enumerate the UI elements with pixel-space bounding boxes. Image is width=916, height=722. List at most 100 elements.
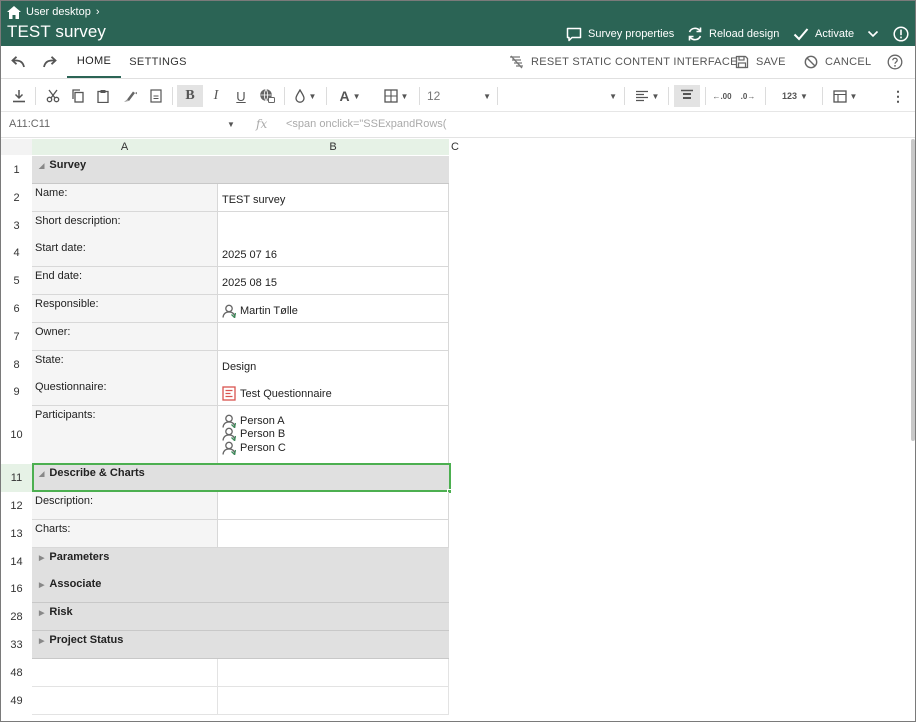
row-header[interactable]: 9 <box>1 378 32 406</box>
number-format-button[interactable]: 123 ▼ <box>775 85 815 107</box>
field-value-cell[interactable] <box>217 212 449 240</box>
field-value-cell[interactable]: Martin Tølle <box>217 295 449 323</box>
redo-icon[interactable] <box>42 55 58 71</box>
cell-style-button[interactable]: ▼ <box>829 85 861 107</box>
tab-home[interactable]: HOME <box>67 46 121 78</box>
field-value-cell[interactable]: 2025 07 16 <box>217 239 449 267</box>
row-header[interactable]: 3 <box>1 212 32 240</box>
row-header[interactable]: 33 <box>1 631 32 659</box>
expand-triangle-icon[interactable]: ▶ <box>39 582 44 589</box>
section-header[interactable]: ◢ Survey <box>32 156 449 184</box>
empty-cell[interactable] <box>32 687 217 715</box>
field-value-cell[interactable] <box>217 323 449 351</box>
field-label-cell[interactable]: Owner: <box>32 323 217 351</box>
underline-button[interactable]: U <box>231 85 251 107</box>
breadcrumb-label[interactable]: User desktop <box>26 6 91 18</box>
field-label-cell[interactable]: Charts: <box>32 520 217 548</box>
field-label-cell[interactable]: End date: <box>32 267 217 295</box>
section-header[interactable]: ◢ Describe & Charts <box>32 464 449 492</box>
column-header-b[interactable]: B <box>217 139 449 155</box>
row-header[interactable]: 16 <box>1 575 32 603</box>
field-label-cell[interactable]: Description: <box>32 492 217 520</box>
vertical-align-button[interactable] <box>674 85 700 107</box>
activate-dropdown-button[interactable] <box>867 25 885 43</box>
field-label-cell[interactable]: Questionnaire: <box>32 378 217 406</box>
field-value-cell[interactable] <box>217 492 449 520</box>
vertical-scrollbar[interactable] <box>911 139 915 441</box>
row-header[interactable]: 12 <box>1 492 32 520</box>
hyperlink-button[interactable] <box>256 85 278 107</box>
field-value-cell[interactable]: Person A Person B Person C <box>217 406 449 464</box>
field-label-cell[interactable]: Name: <box>32 184 217 212</box>
row-header[interactable]: 4 <box>1 239 32 267</box>
participant-item[interactable]: Person B <box>222 427 448 442</box>
section-header[interactable]: ▶ Parameters <box>32 548 449 576</box>
increase-decimal-button[interactable]: .0→ <box>737 85 759 107</box>
select-all-corner[interactable] <box>1 139 32 155</box>
participant-item[interactable]: Person C <box>222 441 448 455</box>
help-button[interactable] <box>887 54 910 70</box>
row-header[interactable]: 49 <box>1 687 32 715</box>
formula-input[interactable]: <span onclick="SSExpandRows( <box>286 118 446 130</box>
save-button[interactable]: SAVE <box>735 54 786 70</box>
participant-item[interactable]: Person A <box>222 414 448 428</box>
section-header[interactable]: ▶ Project Status <box>32 631 449 659</box>
section-header[interactable]: ▶ Risk <box>32 603 449 631</box>
paste-button[interactable] <box>93 85 113 107</box>
row-header[interactable]: 1 <box>1 156 32 184</box>
copy-button[interactable] <box>68 85 88 107</box>
expand-triangle-icon[interactable]: ▶ <box>39 555 44 562</box>
field-label-cell[interactable]: Participants: <box>32 406 217 464</box>
row-header[interactable]: 2 <box>1 184 32 212</box>
breadcrumb[interactable]: User desktop › <box>7 5 99 19</box>
name-box[interactable]: A11:C11 <box>9 118 50 130</box>
font-size-select[interactable]: 12 ▼ <box>427 85 491 107</box>
row-header[interactable]: 13 <box>1 520 32 548</box>
row-header[interactable]: 5 <box>1 267 32 295</box>
collapse-triangle-icon[interactable]: ◢ <box>39 163 44 170</box>
reload-design-button[interactable]: Reload design <box>687 25 779 43</box>
more-options-button[interactable]: ⋮ <box>889 85 907 107</box>
column-header-a[interactable]: A <box>32 139 217 155</box>
row-header[interactable]: 14 <box>1 548 32 576</box>
collapse-triangle-icon[interactable]: ◢ <box>39 471 44 478</box>
info-button[interactable] <box>893 25 915 43</box>
field-value-cell[interactable]: 2025 08 15 <box>217 267 449 295</box>
field-value-cell[interactable]: Design <box>217 351 449 379</box>
row-header[interactable]: 28 <box>1 603 32 631</box>
row-header[interactable]: 7 <box>1 323 32 351</box>
row-header[interactable]: 11 <box>1 464 32 492</box>
field-value-cell[interactable]: TEST survey <box>217 184 449 212</box>
chevron-down-icon[interactable]: ▼ <box>227 120 235 129</box>
italic-button[interactable]: I <box>206 85 226 107</box>
cancel-button[interactable]: CANCEL <box>804 54 871 70</box>
align-button[interactable]: ▼ <box>632 85 662 107</box>
reset-static-content-button[interactable]: RESET STATIC CONTENT INTERFACE <box>509 54 738 70</box>
undo-icon[interactable] <box>10 55 26 71</box>
decrease-decimal-button[interactable]: ←.00 <box>711 85 733 107</box>
expand-triangle-icon[interactable]: ▶ <box>39 610 44 617</box>
format-painter-button[interactable] <box>119 85 141 107</box>
field-label-cell[interactable]: Short description: <box>32 212 217 240</box>
borders-button[interactable]: ▼ <box>381 85 411 107</box>
font-color-button[interactable]: A ▼ <box>335 85 365 107</box>
row-header[interactable]: 8 <box>1 351 32 379</box>
field-value-cell[interactable] <box>217 520 449 548</box>
field-label-cell[interactable]: Responsible: <box>32 295 217 323</box>
column-header-c[interactable]: C <box>449 139 461 155</box>
section-header[interactable]: ▶ Associate <box>32 575 449 603</box>
row-header[interactable]: 10 <box>1 406 32 464</box>
cut-button[interactable] <box>43 85 63 107</box>
empty-cell[interactable] <box>217 687 449 715</box>
tab-settings[interactable]: SETTINGS <box>127 46 189 78</box>
field-label-cell[interactable]: State: <box>32 351 217 379</box>
survey-properties-button[interactable]: Survey properties <box>566 25 674 43</box>
clear-format-button[interactable] <box>146 85 166 107</box>
empty-cell[interactable] <box>32 659 217 687</box>
field-value-cell[interactable]: Test Questionnaire <box>217 378 449 406</box>
activate-button[interactable]: Activate <box>793 25 854 43</box>
download-button[interactable] <box>9 85 29 107</box>
field-label-cell[interactable]: Start date: <box>32 239 217 267</box>
row-header[interactable]: 48 <box>1 659 32 687</box>
empty-cell[interactable] <box>217 659 449 687</box>
